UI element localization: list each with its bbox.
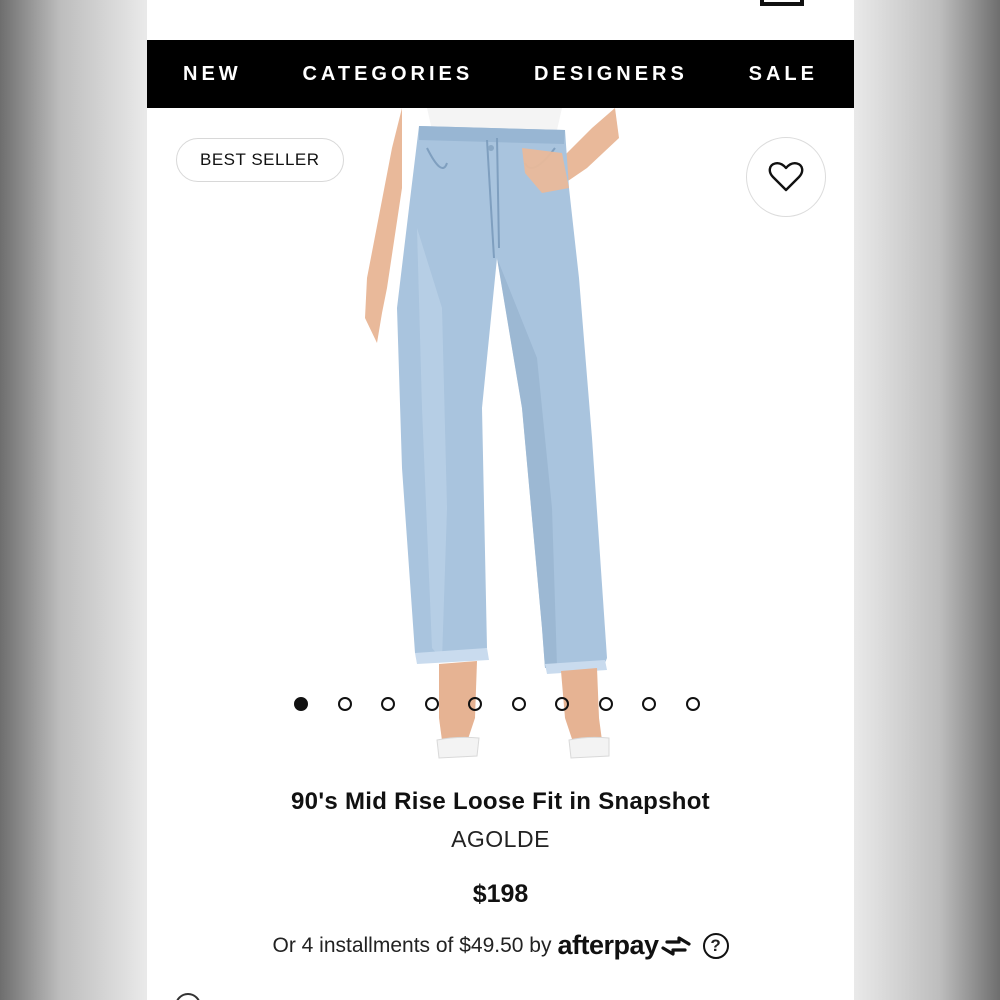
installments-info: Or 4 installments of $49.50 by afterpay … (147, 930, 854, 961)
product-image-gallery[interactable]: BEST SELLER (147, 108, 854, 778)
nav-item-designers[interactable]: DESIGNERS (534, 63, 688, 86)
nav-item-categories[interactable]: CATEGORIES (302, 63, 473, 86)
product-title: 90's Mid Rise Loose Fit in Snapshot (291, 788, 710, 815)
wishlist-button[interactable] (746, 137, 826, 217)
product-page: NEW CATEGORIES DESIGNERS SALE BEST SELLE… (147, 0, 854, 1000)
afterpay-logo: afterpay (557, 930, 692, 961)
partial-icon (175, 993, 201, 1000)
gallery-dot[interactable] (381, 697, 395, 711)
afterpay-arrows-icon (660, 935, 691, 956)
gallery-dot[interactable] (294, 697, 308, 711)
gallery-dot[interactable] (555, 697, 569, 711)
product-photo (365, 108, 619, 759)
nav-item-new[interactable]: NEW (183, 63, 242, 86)
gallery-dot[interactable] (337, 697, 352, 711)
gallery-dot[interactable] (468, 697, 482, 711)
gallery-dot[interactable] (511, 697, 526, 711)
heart-icon (768, 162, 804, 192)
gallery-dot[interactable] (424, 697, 439, 711)
product-price: $198 (472, 880, 529, 908)
gallery-dot[interactable] (642, 697, 656, 711)
help-icon[interactable]: ? (702, 932, 729, 959)
afterpay-label: afterpay (557, 930, 659, 960)
badge-label: BEST SELLER (200, 150, 320, 169)
product-brand[interactable]: AGOLDE (147, 826, 854, 853)
shopping-bag-icon[interactable] (760, 0, 806, 6)
gallery-dot[interactable] (685, 697, 700, 711)
search-icon[interactable] (660, 0, 720, 6)
main-nav: NEW CATEGORIES DESIGNERS SALE (147, 40, 854, 108)
installments-text: Or 4 installments of $49.50 by (272, 933, 552, 957)
site-header (147, 0, 854, 40)
gallery-dot[interactable] (598, 697, 613, 711)
best-seller-badge: BEST SELLER (176, 138, 344, 182)
nav-item-sale[interactable]: SALE (749, 63, 818, 86)
gallery-pagination (294, 697, 700, 711)
